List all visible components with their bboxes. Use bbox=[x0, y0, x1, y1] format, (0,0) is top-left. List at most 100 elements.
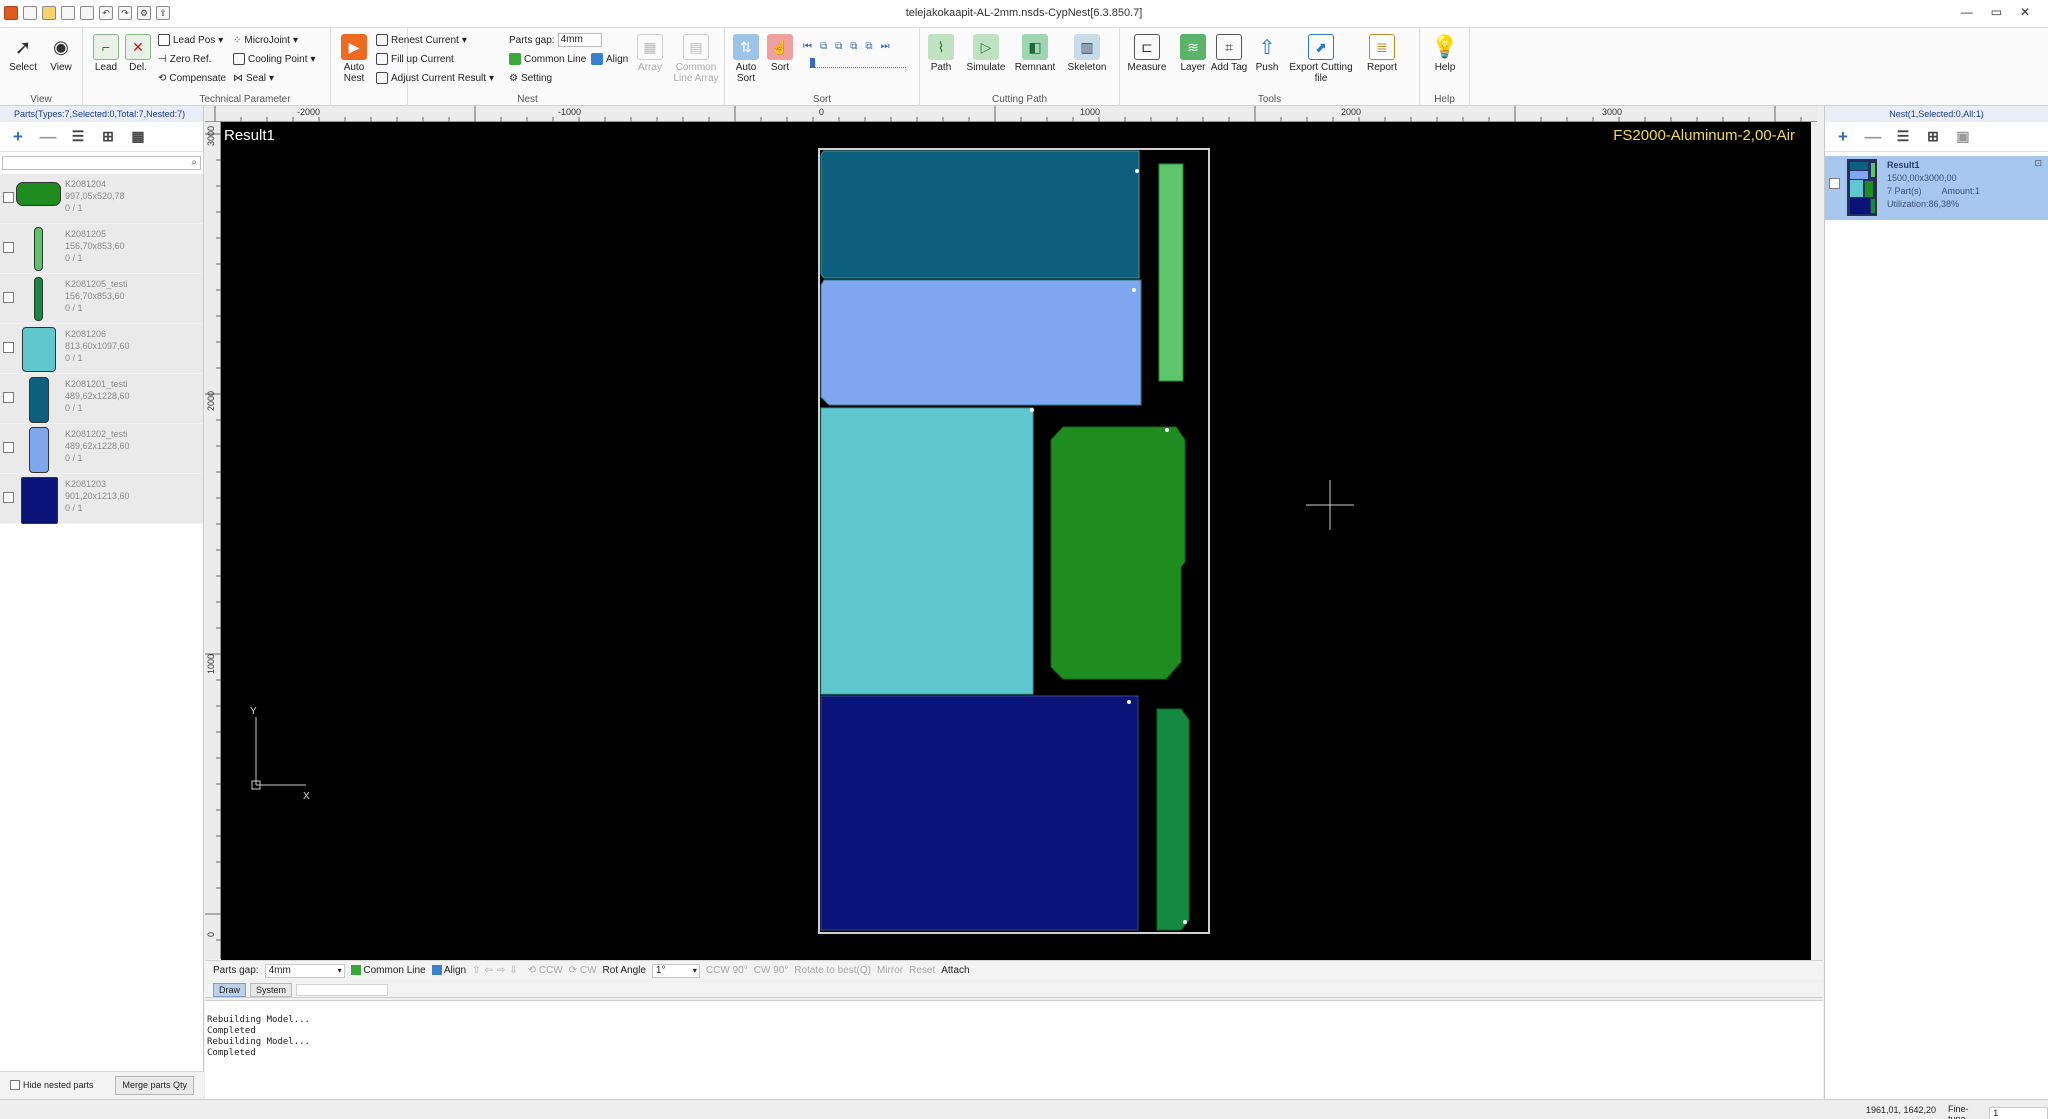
auto-nest-button[interactable]: ▶ Auto Nest bbox=[335, 32, 373, 90]
ccw90-button[interactable]: CCW 90° bbox=[706, 965, 748, 976]
list-view-icon[interactable]: ☰ bbox=[1893, 127, 1913, 147]
part-k2081205-testi[interactable] bbox=[1156, 708, 1190, 931]
mirror-button[interactable]: Mirror bbox=[877, 965, 903, 976]
list-view-icon[interactable]: ☰ bbox=[68, 127, 88, 147]
common-line-toggle[interactable]: Common Line bbox=[509, 51, 586, 67]
remnant-button[interactable]: ◧ Remnant bbox=[1012, 32, 1058, 90]
add-part-icon[interactable]: + bbox=[8, 127, 28, 147]
tab-system[interactable]: System bbox=[250, 982, 293, 997]
last-icon[interactable]: ⏭ bbox=[881, 41, 890, 52]
lead-pos-button[interactable]: Lead Pos ▾ bbox=[158, 32, 223, 48]
lock-icon[interactable]: ⊡ bbox=[2034, 158, 2042, 169]
report-button[interactable]: ≣ Report bbox=[1360, 32, 1404, 90]
part-item[interactable]: K2081201_testi 489,62x1228,60 0 / 1 bbox=[0, 374, 203, 424]
nest-result-item[interactable]: Result1 1500,00x3000,00 7 Part(s) Amount… bbox=[1825, 156, 2048, 220]
sort-step-c-icon[interactable]: ⧉ bbox=[850, 41, 857, 52]
parts-gap-select[interactable]: 4mm ▾ bbox=[264, 963, 345, 978]
part-item[interactable]: K2081202_testi 489,62x1228,60 0 / 1 bbox=[0, 424, 203, 474]
seal-button[interactable]: ⋈ Seal ▾ bbox=[233, 70, 274, 86]
part-checkbox[interactable] bbox=[3, 442, 14, 453]
save-result-icon[interactable]: ▣ bbox=[1953, 127, 1973, 147]
hide-nested-checkbox[interactable]: Hide nested parts bbox=[10, 1080, 94, 1090]
part-item[interactable]: K2081205_testi 156,70x853,60 0 / 1 bbox=[0, 274, 203, 324]
canvas-scrollbar[interactable] bbox=[1811, 122, 1823, 960]
remove-nest-icon[interactable]: — bbox=[1863, 127, 1883, 147]
part-k2081206[interactable] bbox=[820, 407, 1034, 695]
common-line-toggle[interactable]: Common Line bbox=[350, 965, 426, 976]
attach-button[interactable]: Attach bbox=[941, 965, 969, 976]
export-cutting-file-button[interactable]: ⬈ Export Cutting file bbox=[1288, 32, 1354, 90]
merge-parts-qty-button[interactable]: Merge parts Qty bbox=[115, 1076, 194, 1095]
align-toggle[interactable]: Align bbox=[431, 965, 466, 976]
part-item[interactable]: K2081203 901,20x1213,60 0 / 1 bbox=[0, 474, 203, 524]
sort-slider-thumb[interactable] bbox=[810, 58, 815, 68]
select-button[interactable]: ➚ Select bbox=[4, 32, 42, 90]
part-k2081202-testi[interactable] bbox=[820, 279, 1142, 406]
close-button[interactable]: ✕ bbox=[2020, 5, 2030, 19]
sort-step-a-icon[interactable]: ⧉ bbox=[820, 41, 827, 52]
view-button[interactable]: ◉ View bbox=[42, 32, 80, 90]
command-input[interactable] bbox=[296, 983, 389, 996]
part-k2081205[interactable] bbox=[1158, 163, 1184, 382]
sort-button[interactable]: ☝ Sort bbox=[761, 32, 799, 90]
delete-lead-button[interactable]: ✕ Del. bbox=[119, 32, 157, 90]
parts-gap-input[interactable]: 4mm bbox=[557, 33, 602, 47]
add-tag-button[interactable]: ⌗ Add Tag bbox=[1210, 32, 1248, 90]
sort-step-b-icon[interactable]: ⧉ bbox=[835, 41, 842, 52]
part-item[interactable]: K2081206 813,60x1097,60 0 / 1 bbox=[0, 324, 203, 374]
path-button[interactable]: ⌇ Path bbox=[922, 32, 960, 90]
cw-button[interactable]: ⟳ CW bbox=[569, 965, 597, 976]
minimize-button[interactable]: — bbox=[1961, 5, 1973, 19]
result-checkbox[interactable] bbox=[1829, 178, 1840, 189]
ccw-button[interactable]: ⟲ CCW bbox=[528, 965, 563, 976]
rotate-to-best-button[interactable]: Rotate to best(Q) bbox=[794, 965, 871, 976]
table-view-icon[interactable]: ▦ bbox=[128, 127, 148, 147]
part-checkbox[interactable] bbox=[3, 292, 14, 303]
part-checkbox[interactable] bbox=[3, 492, 14, 503]
compensate-button[interactable]: ⟲ Compensate bbox=[158, 70, 226, 86]
layer-button[interactable]: ≋ Layer bbox=[1174, 32, 1212, 90]
sort-results-icon[interactable]: ⊞ bbox=[1923, 127, 1943, 147]
maximize-button[interactable]: ▭ bbox=[1991, 5, 2002, 19]
fine-tune-input[interactable]: 1 bbox=[1989, 1107, 2048, 1119]
renest-current-button[interactable]: Renest Current ▾ bbox=[376, 32, 467, 48]
cw90-button[interactable]: CW 90° bbox=[754, 965, 789, 976]
setting-button[interactable]: ⚙ Setting bbox=[509, 70, 552, 86]
reset-button[interactable]: Reset bbox=[909, 965, 935, 976]
sort-slider[interactable] bbox=[810, 64, 906, 68]
part-item[interactable]: K2081204 997,05x520,78 0 / 1 bbox=[0, 174, 203, 224]
auto-sort-button[interactable]: ⇅ Auto Sort bbox=[727, 32, 765, 90]
sort-step-d-icon[interactable]: ⧉ bbox=[865, 41, 872, 52]
ruler-label: -1000 bbox=[558, 107, 581, 117]
help-button[interactable]: 💡 Help bbox=[1426, 32, 1464, 90]
zero-ref-button[interactable]: ⊣ Zero Ref. bbox=[158, 51, 211, 67]
adjust-current-result-button[interactable]: Adjust Current Result ▾ bbox=[376, 70, 494, 86]
nest-canvas[interactable]: Result1 FS2000-Aluminum-2,00-Air Y X bbox=[221, 122, 1811, 960]
part-k2081203[interactable] bbox=[820, 695, 1139, 931]
sort-parts-icon[interactable]: ⊞ bbox=[98, 127, 118, 147]
part-k2081201-testi[interactable] bbox=[820, 150, 1140, 279]
remove-part-icon[interactable]: — bbox=[38, 127, 58, 147]
skeleton-button[interactable]: ▥ Skeleton bbox=[1064, 32, 1110, 90]
fill-up-current-button[interactable]: Fill up Current bbox=[376, 51, 454, 67]
part-checkbox[interactable] bbox=[3, 192, 14, 203]
part-checkbox[interactable] bbox=[3, 392, 14, 403]
simulate-button[interactable]: ▷ Simulate bbox=[964, 32, 1008, 90]
first-icon[interactable]: ⏮ bbox=[803, 41, 812, 52]
add-nest-icon[interactable]: + bbox=[1833, 127, 1853, 147]
microjoint-button[interactable]: ⁘ MicroJoint ▾ bbox=[233, 32, 298, 48]
array-button[interactable]: ▦ Array bbox=[631, 32, 669, 90]
rot-angle-select[interactable]: 1° ▾ bbox=[651, 963, 700, 978]
push-button[interactable]: ⇧ Push bbox=[1248, 32, 1286, 90]
part-checkbox[interactable] bbox=[3, 242, 14, 253]
part-checkbox[interactable] bbox=[3, 342, 14, 353]
common-line-array-button[interactable]: ▤ Common Line Array bbox=[671, 32, 721, 90]
move-arrows[interactable]: ⇧⇦⇨⇩ bbox=[472, 965, 522, 976]
measure-button[interactable]: ⊏ Measure bbox=[1125, 32, 1169, 90]
parts-search-input[interactable]: ⌕ bbox=[2, 156, 201, 170]
tab-draw[interactable]: Draw bbox=[213, 982, 247, 997]
part-k2081204[interactable] bbox=[1050, 426, 1186, 680]
cooling-point-button[interactable]: Cooling Point ▾ bbox=[233, 51, 316, 67]
part-item[interactable]: K2081205 156,70x853,60 0 / 1 bbox=[0, 224, 203, 274]
align-toggle[interactable]: Align bbox=[591, 51, 628, 67]
